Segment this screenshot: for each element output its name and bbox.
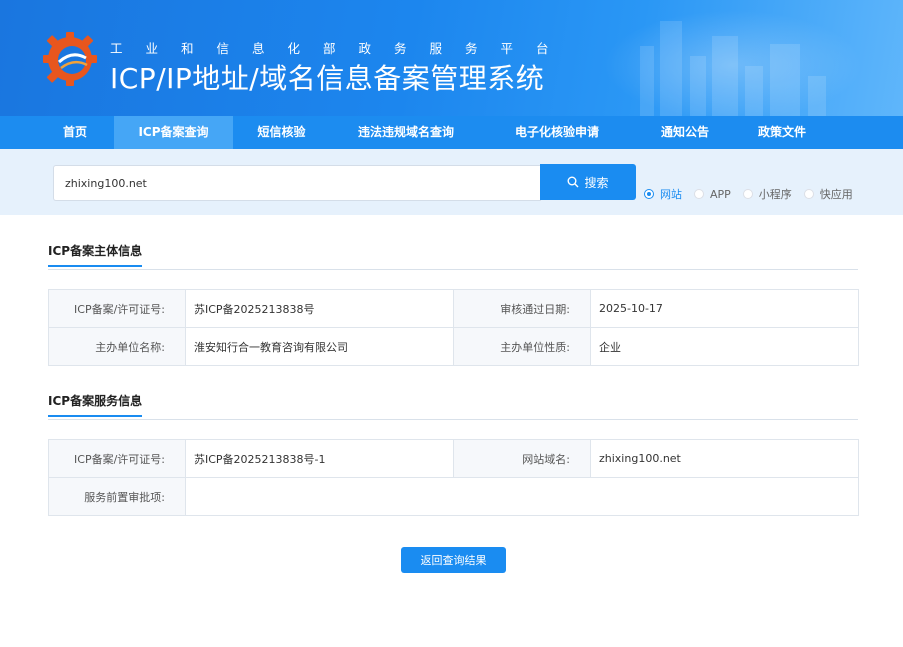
nav-item-illegal-domain-query[interactable]: 违法违规域名查询 <box>330 116 482 149</box>
pre-approval-label: 服务前置审批项: <box>48 477 186 516</box>
entity-section-title: ICP备案主体信息 <box>48 242 143 267</box>
search-type-app[interactable]: APP <box>694 188 731 201</box>
section-divider <box>48 419 858 420</box>
site-header: 工业和信息化部政务服务平台 ICP/IP地址/域名信息备案管理系统 <box>0 0 903 116</box>
section-divider <box>48 269 858 270</box>
service-section-title: ICP备案服务信息 <box>48 392 143 417</box>
search-button[interactable]: 搜索 <box>540 164 636 200</box>
gear-globe-logo-icon <box>43 32 97 86</box>
header-title: ICP/IP地址/域名信息备案管理系统 <box>110 62 545 95</box>
domain-value: zhixing100.net <box>590 439 859 478</box>
building-decoration <box>770 44 800 116</box>
license-value: 苏ICP备2025213838号 <box>185 289 454 328</box>
search-button-label: 搜索 <box>584 175 609 190</box>
search-type-label: 小程序 <box>758 188 792 201</box>
service-license-value: 苏ICP备2025213838号-1 <box>185 439 454 478</box>
search-type-label: 快应用 <box>819 188 853 201</box>
main-nav: 首页 ICP备案查询 短信核验 违法违规域名查询 电子化核验申请 通知公告 政策… <box>0 116 903 149</box>
search-type-quick-app[interactable]: 快应用 <box>803 186 853 202</box>
org-name-value: 淮安知行合一教育咨询有限公司 <box>185 327 454 366</box>
approve-date-value: 2025-10-17 <box>590 289 859 328</box>
nav-item-sms-verify[interactable]: 短信核验 <box>233 116 330 149</box>
table-row: ICP备案/许可证号: 苏ICP备2025213838号-1 网站域名: zhi… <box>48 439 859 478</box>
search-type-website[interactable]: 网站 <box>644 186 682 202</box>
org-type-label: 主办单位性质: <box>453 327 591 366</box>
building-decoration <box>712 36 738 116</box>
radio-unchecked-icon <box>742 189 753 199</box>
building-decoration <box>690 56 706 116</box>
search-type-label: 网站 <box>660 188 682 201</box>
pre-approval-value <box>185 477 859 516</box>
search-type-mini-program[interactable]: 小程序 <box>742 186 792 202</box>
nav-item-icp-query[interactable]: ICP备案查询 <box>114 116 233 149</box>
approve-date-label: 审核通过日期: <box>453 289 591 328</box>
building-decoration <box>640 46 654 116</box>
radio-checked-icon <box>644 189 654 199</box>
building-decoration <box>808 76 826 116</box>
search-icon <box>567 176 579 188</box>
service-license-label: ICP备案/许可证号: <box>48 439 186 478</box>
license-label: ICP备案/许可证号: <box>48 289 186 328</box>
entity-info-table: ICP备案/许可证号: 苏ICP备2025213838号 审核通过日期: 202… <box>48 289 859 366</box>
domain-label: 网站域名: <box>453 439 591 478</box>
nav-item-policy-docs[interactable]: 政策文件 <box>738 116 826 149</box>
search-type-label: APP <box>710 187 731 201</box>
table-row: 服务前置审批项: <box>48 477 859 516</box>
org-name-label: 主办单位名称: <box>48 327 186 366</box>
nav-item-notices[interactable]: 通知公告 <box>632 116 738 149</box>
building-decoration <box>745 66 763 116</box>
table-row: ICP备案/许可证号: 苏ICP备2025213838号 审核通过日期: 202… <box>48 289 859 328</box>
service-info-table: ICP备案/许可证号: 苏ICP备2025213838号-1 网站域名: zhi… <box>48 439 859 516</box>
building-decoration <box>660 21 682 116</box>
back-to-results-button[interactable]: 返回查询结果 <box>401 547 506 573</box>
search-input[interactable] <box>53 165 541 201</box>
search-band: 搜索 网站 APP 小程序 快应用 <box>0 149 903 215</box>
search-type-group: 网站 APP 小程序 快应用 <box>644 186 865 202</box>
nav-item-e-verify-apply[interactable]: 电子化核验申请 <box>482 116 632 149</box>
table-row: 主办单位名称: 淮安知行合一教育咨询有限公司 主办单位性质: 企业 <box>48 327 859 366</box>
radio-unchecked-icon <box>803 189 814 199</box>
header-subtitle: 工业和信息化部政务服务平台 <box>110 41 572 56</box>
radio-unchecked-icon <box>694 189 704 199</box>
nav-item-home[interactable]: 首页 <box>36 116 114 149</box>
org-type-value: 企业 <box>590 327 859 366</box>
